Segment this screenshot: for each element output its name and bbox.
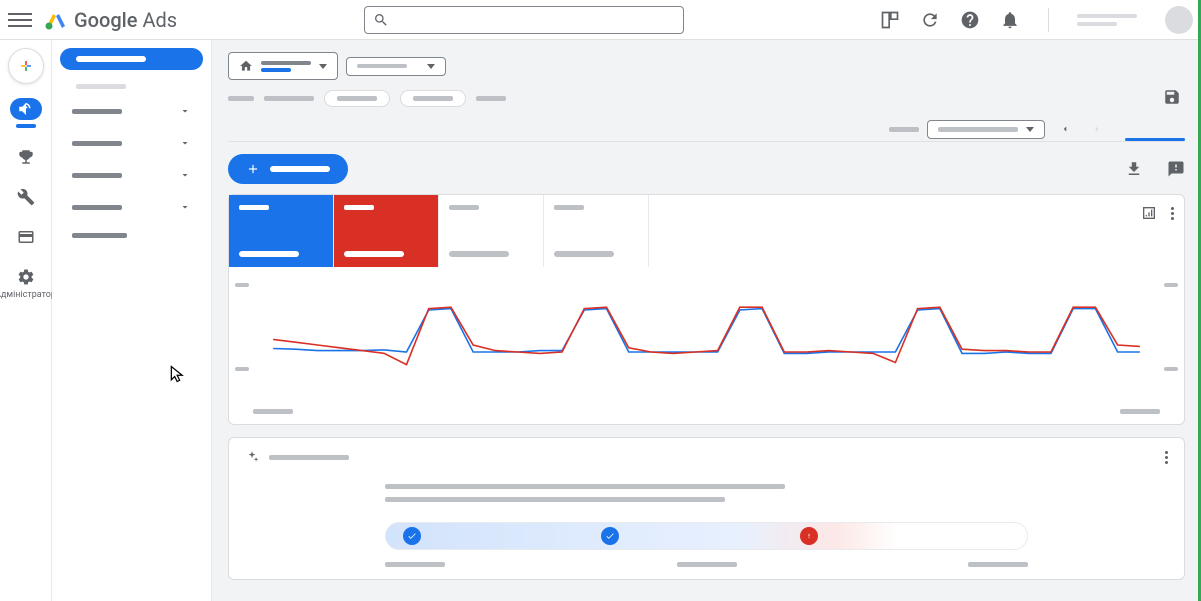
next-period-button[interactable] bbox=[1085, 117, 1109, 141]
chevron-down-icon bbox=[1026, 127, 1034, 132]
search-input[interactable] bbox=[364, 6, 684, 34]
rail-campaigns[interactable] bbox=[8, 94, 44, 132]
sidebar-item-5[interactable] bbox=[60, 223, 203, 248]
rail-admin-label: Адміністратор bbox=[0, 290, 56, 300]
account-selector[interactable] bbox=[228, 52, 338, 80]
appearance-icon[interactable] bbox=[880, 10, 900, 30]
rail-billing[interactable] bbox=[8, 222, 44, 252]
plus-icon bbox=[16, 56, 36, 76]
chevron-down-icon bbox=[179, 105, 191, 117]
sidebar-overview-pill[interactable] bbox=[60, 48, 203, 70]
notifications-icon[interactable] bbox=[1000, 10, 1020, 30]
filter-chip[interactable] bbox=[400, 90, 466, 107]
breadcrumb-item[interactable] bbox=[476, 96, 506, 101]
rec-menu-icon[interactable] bbox=[1165, 451, 1168, 464]
google-ads-logo-icon bbox=[44, 8, 68, 32]
main-content bbox=[212, 40, 1201, 601]
scope-selectors bbox=[228, 52, 1185, 80]
sidebar-item-4[interactable] bbox=[60, 191, 203, 223]
breadcrumb-item[interactable] bbox=[228, 96, 254, 101]
y-axis-tick bbox=[235, 367, 249, 371]
trophy-icon bbox=[17, 148, 35, 166]
action-row bbox=[228, 154, 1185, 184]
line-chart bbox=[253, 283, 1160, 393]
create-button[interactable] bbox=[8, 48, 44, 84]
metric-tabs bbox=[229, 195, 1184, 267]
date-range-selector[interactable] bbox=[927, 120, 1045, 139]
product-name: Google Ads bbox=[74, 8, 177, 32]
y-axis-tick bbox=[1164, 283, 1178, 287]
campaign-progress-bar bbox=[385, 522, 1028, 550]
metric-tab-4[interactable] bbox=[544, 195, 649, 267]
prev-period-button[interactable] bbox=[1053, 117, 1077, 141]
sidebar-sub-item[interactable] bbox=[60, 78, 203, 95]
sidebar-item-3[interactable] bbox=[60, 159, 203, 191]
tools-icon bbox=[17, 188, 35, 206]
chart-menu-icon[interactable] bbox=[1171, 207, 1174, 220]
chevron-down-icon bbox=[179, 169, 191, 181]
rail-admin[interactable]: Адміністратор bbox=[8, 262, 44, 304]
progress-step-warning bbox=[800, 527, 818, 545]
plus-icon bbox=[246, 162, 260, 176]
rec-title bbox=[269, 455, 349, 460]
progress-step-complete bbox=[403, 527, 421, 545]
progress-labels bbox=[385, 562, 1028, 567]
avatar[interactable] bbox=[1165, 6, 1193, 34]
breadcrumb-row bbox=[228, 90, 1185, 107]
chevron-down-icon bbox=[427, 64, 435, 69]
campaign-selector[interactable] bbox=[346, 57, 446, 76]
y-axis-tick bbox=[235, 283, 249, 287]
chevron-down-icon bbox=[179, 137, 191, 149]
metric-tab-2[interactable] bbox=[334, 195, 439, 267]
sidebar-item-1[interactable] bbox=[60, 95, 203, 127]
search-field[interactable] bbox=[397, 12, 675, 27]
sidebar bbox=[52, 40, 212, 601]
menu-icon[interactable] bbox=[8, 8, 32, 32]
breadcrumb-item[interactable] bbox=[264, 96, 314, 101]
active-tab-indicator bbox=[1125, 138, 1185, 141]
view-label bbox=[889, 127, 919, 132]
left-rail: Адміністратор bbox=[0, 40, 52, 601]
search-icon bbox=[373, 12, 389, 28]
card-icon bbox=[17, 228, 35, 246]
expand-chart-icon[interactable] bbox=[1141, 205, 1157, 221]
progress-step-complete bbox=[601, 527, 619, 545]
rail-tools[interactable] bbox=[8, 182, 44, 212]
sidebar-item-2[interactable] bbox=[60, 127, 203, 159]
recommendation-card bbox=[228, 437, 1185, 580]
help-icon[interactable] bbox=[960, 10, 980, 30]
metric-tab-1[interactable] bbox=[229, 195, 334, 267]
sparkle-icon bbox=[245, 450, 259, 464]
product-logo[interactable]: Google Ads bbox=[44, 8, 177, 32]
megaphone-icon bbox=[17, 100, 35, 118]
home-icon bbox=[239, 59, 253, 73]
chart-area bbox=[229, 267, 1184, 405]
performance-chart-card bbox=[228, 194, 1185, 425]
y-axis-tick bbox=[1164, 367, 1178, 371]
rail-goals[interactable] bbox=[8, 142, 44, 172]
gear-icon bbox=[17, 268, 35, 286]
feedback-icon[interactable] bbox=[1167, 160, 1185, 178]
new-campaign-button[interactable] bbox=[228, 154, 348, 184]
chevron-down-icon bbox=[319, 64, 327, 69]
filter-chip[interactable] bbox=[324, 90, 390, 107]
chevron-down-icon bbox=[179, 201, 191, 213]
toolbar-row bbox=[228, 117, 1185, 142]
download-icon[interactable] bbox=[1125, 160, 1143, 178]
metric-tab-3[interactable] bbox=[439, 195, 544, 267]
rec-description bbox=[385, 484, 1028, 502]
app-header: Google Ads bbox=[0, 0, 1201, 40]
account-switcher[interactable] bbox=[1077, 14, 1137, 26]
chart-x-axis bbox=[229, 405, 1184, 424]
save-icon[interactable] bbox=[1163, 88, 1181, 106]
divider bbox=[1048, 8, 1049, 32]
refresh-icon[interactable] bbox=[920, 10, 940, 30]
